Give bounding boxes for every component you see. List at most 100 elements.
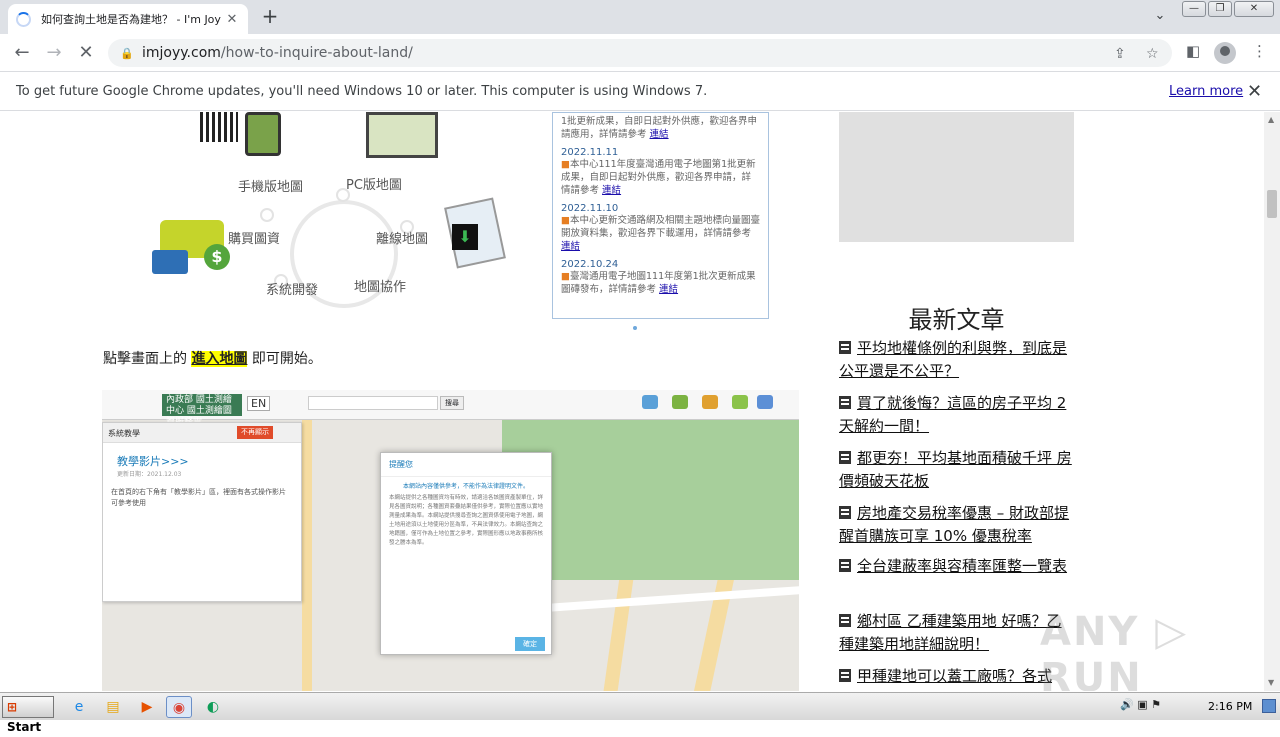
ad-placeholder [839, 112, 1074, 242]
enter-map-highlight: 進入地圖 [191, 351, 248, 367]
carousel-dot[interactable] [633, 326, 637, 330]
map-tool-icon [642, 395, 658, 409]
map-road [302, 420, 312, 691]
stop-button[interactable]: ✕ [72, 40, 100, 66]
instruction-paragraph: 點擊畫面上的 進入地圖 即可開始。 [103, 348, 322, 368]
start-button[interactable]: ⊞ Start [2, 696, 54, 734]
window-close-button[interactable]: ✕ [1234, 1, 1274, 17]
article-title[interactable]: 買了就後悔？這區的房子平均 2 天解約一間！ [839, 394, 1066, 435]
active-tab[interactable]: 如何查詢土地是否為建地？ - I'm Joy ✕ [8, 4, 248, 34]
map-en-button: EN [247, 396, 271, 411]
news-date: 2022.11.10 [561, 203, 619, 214]
mobile-phone-icon [245, 112, 281, 156]
map-header: 內政部 國土測繪中心 國土測繪圖資服務雲 EN 搜尋 [102, 390, 799, 427]
article-link[interactable]: 鄉村區 乙種建築用地 好嗎？乙種建築用地詳細說明！ [839, 610, 1074, 655]
new-tab-button[interactable]: + [258, 6, 282, 28]
browser-toolbar: ← → ✕ 🔒 imjoyy.com/how-to-inquire-about-… [0, 34, 1280, 72]
list-icon [839, 396, 851, 409]
label-offline-map[interactable]: 離線地圖 [376, 228, 428, 247]
label-buy-data[interactable]: 購買圖資 [228, 228, 280, 247]
para-text: 即可開始。 [247, 351, 322, 367]
article-link[interactable]: 都更夯！平均基地面積破千坪 房價頻破天花板 [839, 447, 1074, 492]
minimize-button[interactable]: — [1182, 1, 1206, 17]
article-title[interactable]: 平均地權條例的利與弊，到底是公平還是不公平？ [839, 339, 1067, 380]
tab-close-icon[interactable]: ✕ [224, 12, 240, 27]
side-panel-icon[interactable]: ◧ [1186, 42, 1200, 60]
bookmark-star-icon[interactable]: ☆ [1146, 46, 1159, 62]
download-icon: ⬇ [452, 224, 478, 250]
share-icon[interactable]: ⇪ [1114, 46, 1126, 62]
news-link[interactable]: 連結 [659, 284, 678, 295]
label-system-dev[interactable]: 系統開發 [266, 279, 318, 298]
news-link[interactable]: 連結 [602, 185, 621, 196]
infobar-message: To get future Google Chrome updates, you… [16, 84, 708, 99]
explorer-icon[interactable]: ▤ [100, 696, 126, 718]
list-icon [839, 451, 851, 464]
article-title[interactable]: 房地產交易稅率優惠 – 財政部提醒首購族可享 10% 優惠稅率 [839, 504, 1069, 545]
map-notice-dialog: 提醒您 本網站內容僅供參考，不能作為法律證明文件。 本網站提供之各種圖資均有時效… [380, 452, 552, 655]
learn-more-link[interactable]: Learn more [1169, 84, 1243, 99]
dialog-title: 提醒您 [381, 453, 551, 477]
article-link[interactable]: 全台建蔽率與容積率匯整一覽表 [839, 555, 1074, 578]
tab-search-button[interactable]: ⌄ [1150, 8, 1170, 23]
credit-card-icon [152, 250, 188, 274]
article-link[interactable]: 甲種建地可以蓋工廠嗎？各式 [839, 665, 1074, 688]
scroll-down-icon[interactable]: ▼ [1268, 678, 1274, 687]
infobar-close-icon[interactable]: ✕ [1247, 81, 1262, 102]
map-tool-icon [732, 395, 748, 409]
article-title[interactable]: 全台建蔽率與容積率匯整一覽表 [857, 557, 1067, 575]
monitor-icon [366, 112, 438, 158]
news-item: ■本中心更新交通路網及相關主題地標向量圖臺開放資料集，歡迎各界下載運用，詳情請參… [561, 215, 760, 252]
list-icon [839, 614, 851, 627]
article-link[interactable]: 買了就後悔？這區的房子平均 2 天解約一間！ [839, 392, 1074, 437]
dialog-subtitle: 本網站內容僅供參考，不能作為法律證明文件。 [402, 483, 529, 490]
profile-avatar[interactable] [1214, 42, 1236, 64]
news-text: 本中心更新交通路網及相關主題地標向量圖臺開放資料集，歡迎各界下載運用，詳情請參考 [561, 215, 760, 239]
address-bar[interactable]: 🔒 imjoyy.com/how-to-inquire-about-land/ … [108, 39, 1172, 67]
news-link[interactable]: 連結 [650, 129, 669, 140]
windows-logo-icon: ⊞ [7, 700, 18, 714]
map-search-box [308, 396, 438, 410]
article-link[interactable]: 平均地權條例的利與弊，到底是公平還是不公平？ [839, 337, 1074, 382]
map-tool-icon [757, 395, 773, 409]
lock-icon: 🔒 [120, 46, 134, 60]
forward-button[interactable]: → [40, 40, 68, 66]
qr-code-icon [200, 112, 238, 142]
article-title[interactable]: 鄉村區 乙種建築用地 好嗎？乙種建築用地詳細說明！ [839, 612, 1062, 653]
restore-button[interactable]: ❐ [1208, 1, 1232, 17]
news-text: 本中心111年度臺灣通用電子地圖第1批更新成果，自即日起對外供應，歡迎各界申請，… [561, 159, 756, 196]
news-date: 2022.10.24 [561, 259, 619, 270]
list-icon [839, 669, 851, 682]
news-item: 1批更新成果，自即日起對外供應，歡迎各界申請應用，詳情請參考 連結 [561, 115, 760, 141]
map-tool-icon [702, 395, 718, 409]
edge-icon[interactable]: ◐ [200, 696, 226, 718]
url-host: imjoyy.com [142, 45, 221, 61]
hub-dot [260, 208, 274, 222]
scroll-up-icon[interactable]: ▲ [1268, 115, 1274, 124]
label-mobile-map[interactable]: 手機版地圖 [238, 176, 303, 195]
chrome-icon[interactable]: ◉ [166, 696, 192, 718]
show-desktop-button[interactable] [1262, 699, 1276, 713]
ie-icon[interactable]: e [66, 696, 92, 718]
menu-kebab-icon[interactable]: ⋮ [1252, 42, 1267, 60]
latest-articles-title: 最新文章 [908, 306, 1005, 334]
panel-date: 更新日期：2021.12.03 [117, 471, 182, 478]
label-pc-map[interactable]: PC版地圖 [346, 174, 402, 193]
page-scrollbar[interactable]: ▲ ▼ [1264, 112, 1280, 691]
map-screenshot: 內政部 國土測繪中心 國土測繪圖資服務雲 EN 搜尋 系統教學 不再顯示 教學影… [102, 390, 799, 691]
news-item: ■本中心111年度臺灣通用電子地圖第1批更新成果，自即日起對外供應，歡迎各界申請… [561, 159, 756, 196]
panel-text: 在首頁的右下角有「教學影片」區，裡面有各式操作影片可參考使用 [111, 488, 286, 507]
article-title[interactable]: 都更夯！平均基地面積破千坪 房價頻破天花板 [839, 449, 1072, 490]
list-icon [839, 559, 851, 572]
dialog-ok-button: 確定 [515, 637, 545, 651]
back-button[interactable]: ← [8, 40, 36, 66]
update-infobar: To get future Google Chrome updates, you… [0, 73, 1280, 111]
taskbar-clock: 2:16 PM [1208, 700, 1253, 713]
media-player-icon[interactable]: ▶ [134, 696, 160, 718]
news-link[interactable]: 連結 [561, 241, 580, 252]
scrollbar-thumb[interactable] [1267, 190, 1277, 218]
label-map-collab[interactable]: 地圖協作 [354, 276, 406, 295]
article-title[interactable]: 甲種建地可以蓋工廠嗎？各式 [857, 667, 1052, 685]
system-tray-icons[interactable]: 🔊 ▣ ⚑ [1120, 698, 1161, 711]
article-link[interactable]: 房地產交易稅率優惠 – 財政部提醒首購族可享 10% 優惠稅率 [839, 502, 1074, 547]
